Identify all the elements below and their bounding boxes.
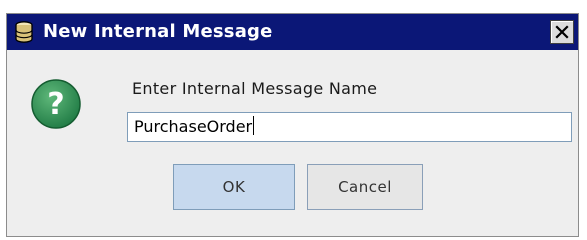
text-caret <box>253 116 255 135</box>
dialog-title: New Internal Message <box>43 21 273 42</box>
database-jar-icon <box>15 21 33 43</box>
cancel-button[interactable]: Cancel <box>307 164 423 210</box>
message-name-input[interactable]: PurchaseOrder <box>127 112 572 142</box>
question-mark-icon: ? <box>31 79 81 129</box>
close-x-icon <box>555 25 569 39</box>
close-button[interactable] <box>550 20 574 44</box>
titlebar[interactable]: New Internal Message <box>7 14 578 50</box>
prompt-label: Enter Internal Message Name <box>132 79 378 98</box>
new-internal-message-dialog: New Internal Message ? Enter Internal Me… <box>6 13 579 237</box>
input-value: PurchaseOrder <box>134 117 253 136</box>
svg-text:?: ? <box>47 87 64 122</box>
ok-button[interactable]: OK <box>173 164 295 210</box>
